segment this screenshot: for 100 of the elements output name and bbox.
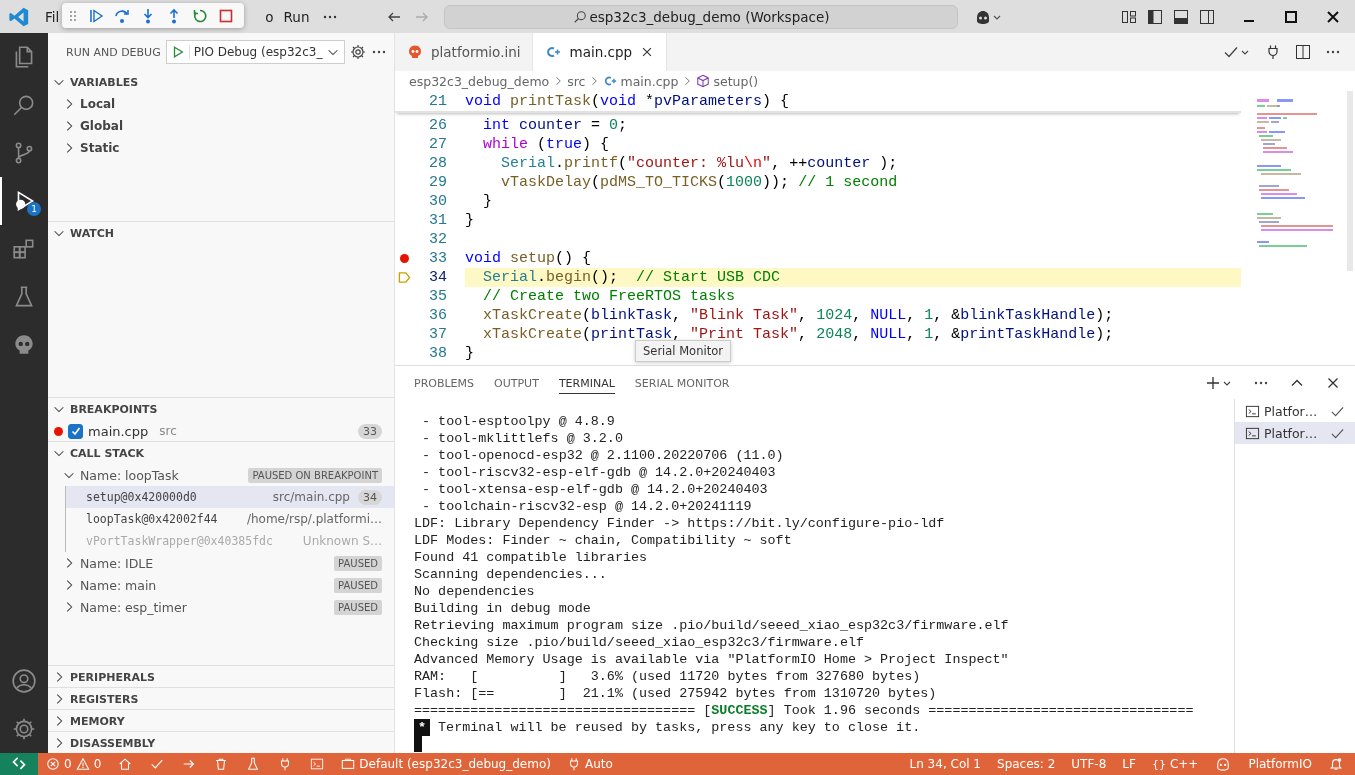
launch-config-dropdown[interactable]: PIO Debug (esp32c3_: [165, 40, 346, 64]
section-header[interactable]: MEMORY: [48, 710, 394, 732]
folder-icon: [341, 757, 356, 771]
step-over-icon[interactable]: [114, 7, 130, 24]
search-icon: [573, 9, 588, 24]
warning-icon: [75, 757, 90, 771]
checkmark-icon[interactable]: [150, 757, 165, 771]
thread-item[interactable]: Name: IDLE PAUSED: [48, 552, 394, 574]
terminal-line: Scanning dependencies...: [414, 566, 608, 583]
breadcrumb-item[interactable]: esp32c3_debug_demo: [409, 73, 550, 89]
split-editor-icon[interactable]: [1295, 44, 1311, 60]
stack-frame[interactable]: setup@0x420000d0 src/main.cpp 34: [66, 486, 394, 508]
home-icon[interactable]: [118, 757, 133, 771]
toggle-panel-icon[interactable]: [1173, 8, 1189, 25]
trash-icon[interactable]: [214, 757, 229, 771]
checkmark-icon[interactable]: [1223, 44, 1251, 60]
code-line: void printTask(void *pvParameters) {: [465, 92, 790, 111]
line-number: 26: [428, 117, 447, 134]
code-line: }: [465, 344, 474, 363]
editor-tab[interactable]: main.cpp: [533, 33, 668, 71]
breadcrumb-item[interactable]: src: [567, 73, 586, 89]
terminal-line: No dependencies: [414, 583, 536, 600]
account-icon[interactable]: [11, 668, 37, 694]
command-center-search[interactable]: esp32c3_debug_demo (Workspace): [444, 4, 959, 29]
terminal-line: Terminal will be reused by tasks, press any key to close it.: [437, 719, 921, 736]
thread-item[interactable]: Name: loopTask PAUSED ON BREAKPOINT: [48, 464, 394, 486]
breakpoint-checkbox[interactable]: [68, 423, 83, 439]
panel-tab[interactable]: SERIAL MONITOR: [634, 371, 730, 394]
terminal-cursor: [414, 736, 422, 752]
section-header[interactable]: DISASSEMBLY: [48, 732, 394, 754]
variable-scope[interactable]: Local: [48, 93, 394, 115]
close-icon[interactable]: [1325, 8, 1341, 25]
terminal-line: Found 41 compatible libraries: [414, 549, 649, 566]
toggle-secondary-sidebar-icon[interactable]: [1199, 8, 1215, 25]
terminal-instance[interactable]: Platfor…: [1235, 400, 1355, 422]
line-number: 21: [428, 93, 447, 110]
terminal-line: LDF: Library Dependency Finder -> https://bit.ly/configure-pio-ldf: [414, 515, 946, 532]
cube-icon: [696, 74, 711, 88]
section-header[interactable]: WATCH: [48, 222, 394, 244]
restart-icon[interactable]: [192, 7, 208, 24]
terminal-instance[interactable]: Platfor…: [1235, 422, 1355, 444]
terminal-line: Checking size .pio/build/seeed_xiao_esp32c3/firmware.elf: [414, 634, 865, 651]
plug-icon[interactable]: [1265, 44, 1281, 60]
terminal-line: - tool-xtensa-esp-elf-gdb @ 14.2.0+20240403: [421, 481, 769, 498]
new-terminal-icon[interactable]: [1205, 374, 1233, 391]
thread-item[interactable]: Name: esp_timer PAUSED: [48, 596, 394, 618]
settings-icon[interactable]: [11, 716, 37, 742]
maximize-icon[interactable]: [1283, 8, 1299, 25]
code-line: vTaskDelay(pdMS_TO_TICKS(1000)); // 1 second: [500, 173, 898, 192]
section-header[interactable]: CALL STACK: [48, 442, 394, 464]
terminal-line: Flash: [== ] 21.1% (used 275942 bytes from 1310720 bytes): [414, 685, 938, 702]
panel-tab[interactable]: OUTPUT: [494, 371, 539, 394]
section-header[interactable]: VARIABLES: [48, 71, 394, 93]
thread-status-badge: PAUSED: [334, 555, 382, 571]
toggle-sidebar-icon[interactable]: [1147, 8, 1163, 25]
cpp-file-icon: [545, 44, 562, 60]
section-header[interactable]: BREAKPOINTS: [48, 398, 394, 420]
stack-frame[interactable]: loopTask@0x42002f44 /home/rsp/.platformi…: [66, 508, 394, 530]
notification-badge: 1: [27, 202, 41, 216]
panel-tab[interactable]: TERMINAL: [558, 371, 615, 394]
line-number: 37: [428, 326, 447, 343]
variable-scope[interactable]: Static: [48, 137, 394, 159]
breadcrumb-item[interactable]: setup(): [713, 73, 759, 89]
remote-icon[interactable]: [0, 753, 38, 775]
terminal-line: Advanced Memory Usage is available via "PlatformIO Home > Project Inspect": [414, 651, 1010, 668]
breakpoint-dot-icon[interactable]: [399, 254, 409, 263]
thread-status-badge: PAUSED ON BREAKPOINT: [248, 467, 382, 483]
customize-layout-icon[interactable]: [1121, 8, 1137, 25]
menu-item[interactable]: Fil: [40, 8, 65, 25]
thread-item[interactable]: Name: main PAUSED: [48, 574, 394, 596]
line-number: 31: [428, 212, 447, 229]
terminal-line: - tool-openocd-esp32 @ 2.1100.20220706 (11.0): [421, 447, 785, 464]
menu-item[interactable]: o: [260, 8, 279, 25]
breakpoint-file: main.cpp: [88, 423, 149, 439]
error-icon: [46, 757, 60, 771]
variable-scope[interactable]: Global: [48, 115, 394, 137]
panel-tab[interactable]: PROBLEMS: [414, 371, 475, 394]
breakpoint-dot-icon: [54, 426, 63, 436]
sidebar-title: RUN AND DEBUG: [66, 45, 161, 59]
section-header[interactable]: REGISTERS: [48, 688, 394, 710]
alien-file-icon: [407, 44, 423, 60]
cpp-file-icon: [603, 74, 618, 88]
terminal-line: - tool-esptoolpy @ 4.8.9: [421, 413, 616, 430]
code-line: }: [482, 192, 492, 211]
terminal-line: LDF Modes: Finder ~ chain, Compatibility ~ soft: [414, 532, 793, 549]
checkmark-icon: [69, 425, 82, 437]
prompt-marker: *: [414, 719, 431, 736]
breadcrumb-item[interactable]: main.cpp: [620, 73, 679, 89]
line-number: 29: [428, 174, 447, 191]
settings-icon[interactable]: [350, 44, 367, 60]
current-line-arrow-icon: [397, 271, 411, 284]
terminal-line: =================================== [SUCCESS] Took 1.96 seconds =================================: [414, 702, 1195, 719]
bell-icon[interactable]: [1329, 757, 1343, 771]
menu-item[interactable]: Run: [278, 8, 315, 25]
section-header[interactable]: PERIPHERALS: [48, 666, 394, 688]
continue-icon[interactable]: [88, 7, 104, 24]
flask-icon[interactable]: [246, 757, 261, 771]
terminal-icon[interactable]: [310, 757, 325, 771]
stop-icon[interactable]: [218, 7, 234, 24]
arrow-right-icon[interactable]: [182, 757, 197, 771]
